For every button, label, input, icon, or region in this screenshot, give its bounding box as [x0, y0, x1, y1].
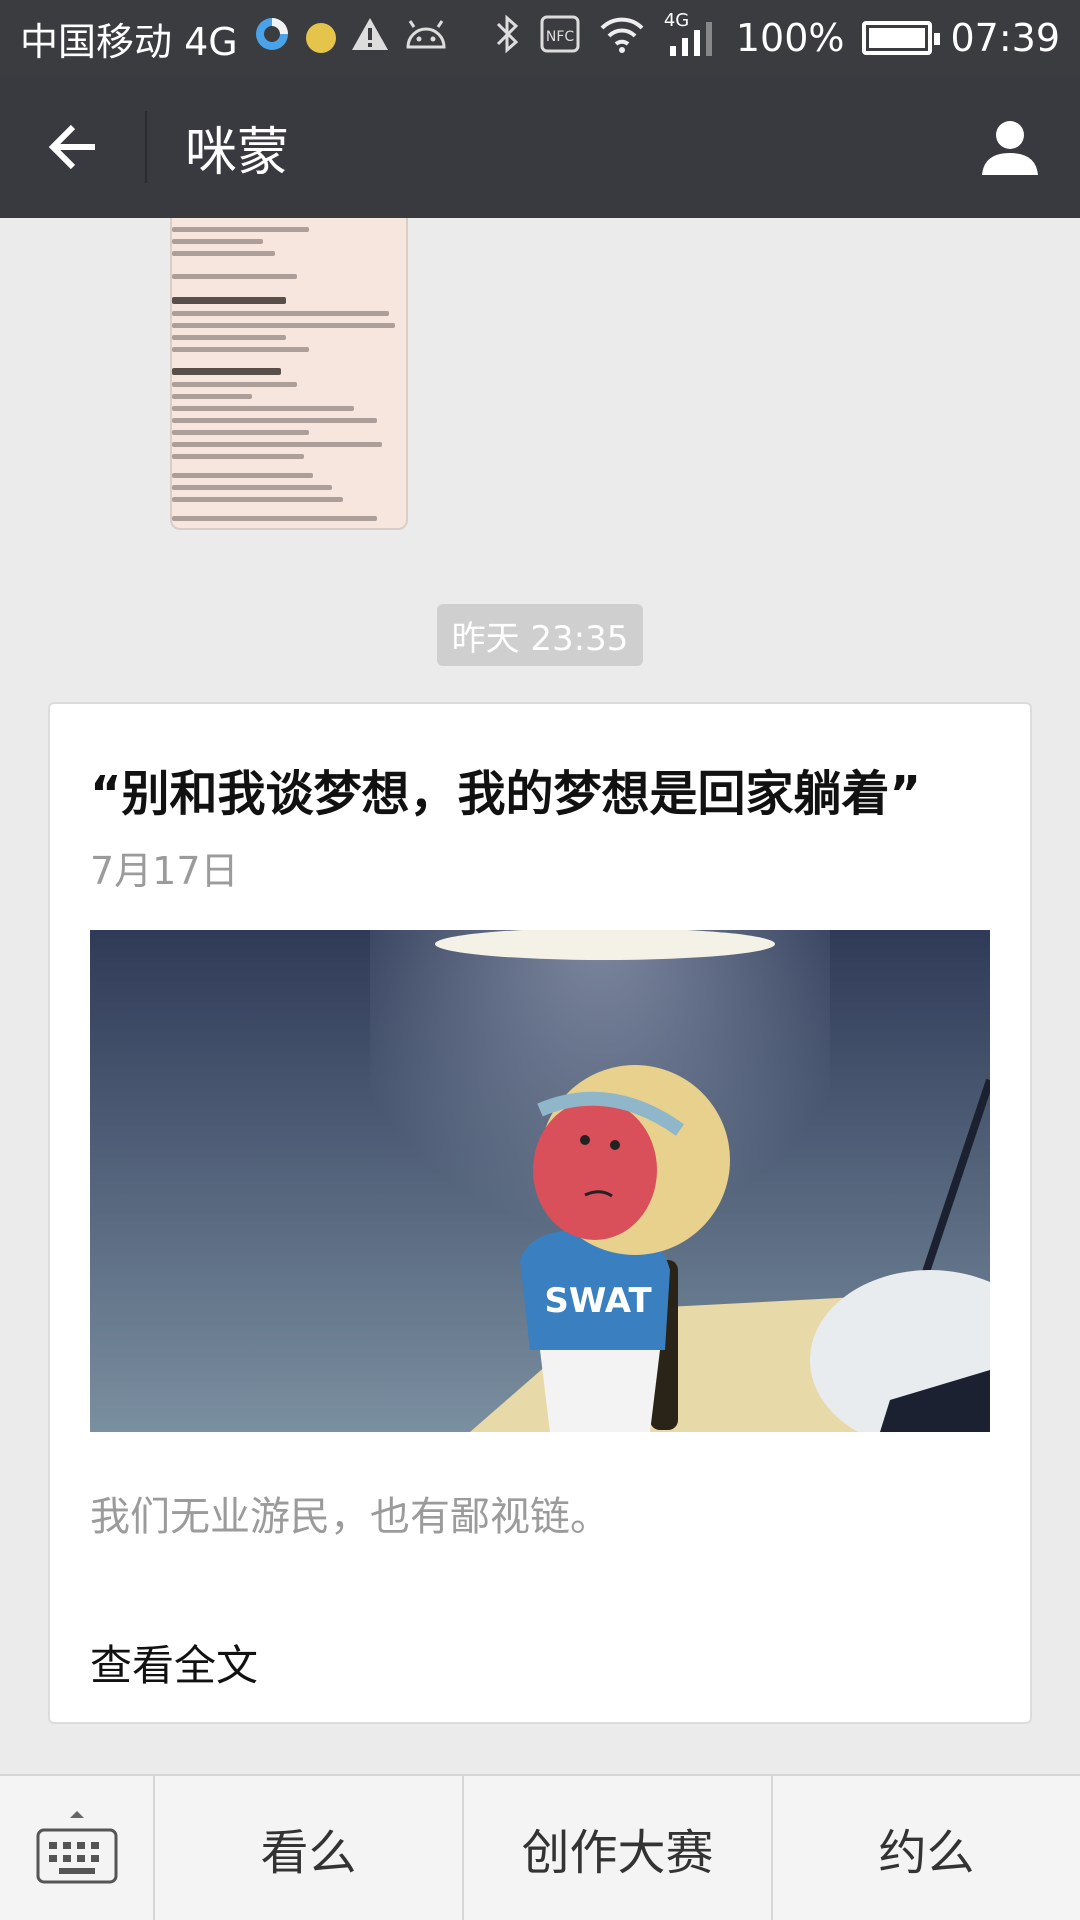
- profile-icon: [982, 121, 1038, 175]
- browser-icon: [252, 14, 292, 63]
- svg-text:NFC: NFC: [546, 29, 575, 45]
- notification-dot-icon: [305, 23, 336, 53]
- back-button[interactable]: [0, 76, 145, 218]
- nfc-icon: NFC: [540, 15, 580, 62]
- bottom-menu: 看么 创作大赛 约么: [0, 1774, 1080, 1920]
- article-date: 7月17日: [90, 849, 239, 893]
- battery-percent: 100%: [735, 16, 845, 60]
- android-icon: [404, 16, 448, 60]
- keyboard-icon: [36, 1811, 117, 1884]
- back-arrow-icon: [48, 124, 95, 170]
- article-cover-image: SWAT: [90, 930, 990, 1432]
- battery-icon: [862, 21, 941, 55]
- signal-icon: 4G: [664, 10, 718, 60]
- chat-area[interactable]: 昨天 23:35 “别和我谈梦想，我的梦想是回家躺着” 7月17日 SWAT 我…: [0, 218, 1080, 1774]
- keyboard-toggle-button[interactable]: [0, 1776, 155, 1920]
- article-title: “别和我谈梦想，我的梦想是回家躺着”: [90, 766, 922, 822]
- clock: 07:39: [950, 16, 1060, 60]
- menu-item-yueme[interactable]: 约么: [773, 1776, 1080, 1920]
- header-divider: [145, 111, 147, 183]
- profile-button[interactable]: [940, 76, 1080, 218]
- page-title: 咪蒙: [185, 122, 290, 183]
- read-full-article-link[interactable]: 查看全文: [90, 1632, 258, 1693]
- message-timestamp: 昨天 23:35: [437, 604, 643, 666]
- bluetooth-icon: [494, 14, 522, 63]
- image-message[interactable]: [170, 218, 408, 530]
- app-header: 咪蒙: [0, 76, 1080, 218]
- svg-text:SWAT: SWAT: [544, 1281, 652, 1321]
- warning-icon: [350, 16, 390, 61]
- wifi-icon: [598, 14, 646, 63]
- menu-item-kanme[interactable]: 看么: [155, 1776, 464, 1920]
- carrier-label: 中国移动 4G: [20, 19, 238, 64]
- article-digest: 我们无业游民，也有鄙视链。: [90, 1494, 610, 1540]
- article-card[interactable]: “别和我谈梦想，我的梦想是回家躺着” 7月17日 SWAT 我们无业游民，也有鄙…: [48, 702, 1032, 1724]
- menu-item-creation-contest[interactable]: 创作大赛: [464, 1776, 773, 1920]
- status-bar: 中国移动 4G NFC 4G 100% 07:39: [0, 0, 1080, 76]
